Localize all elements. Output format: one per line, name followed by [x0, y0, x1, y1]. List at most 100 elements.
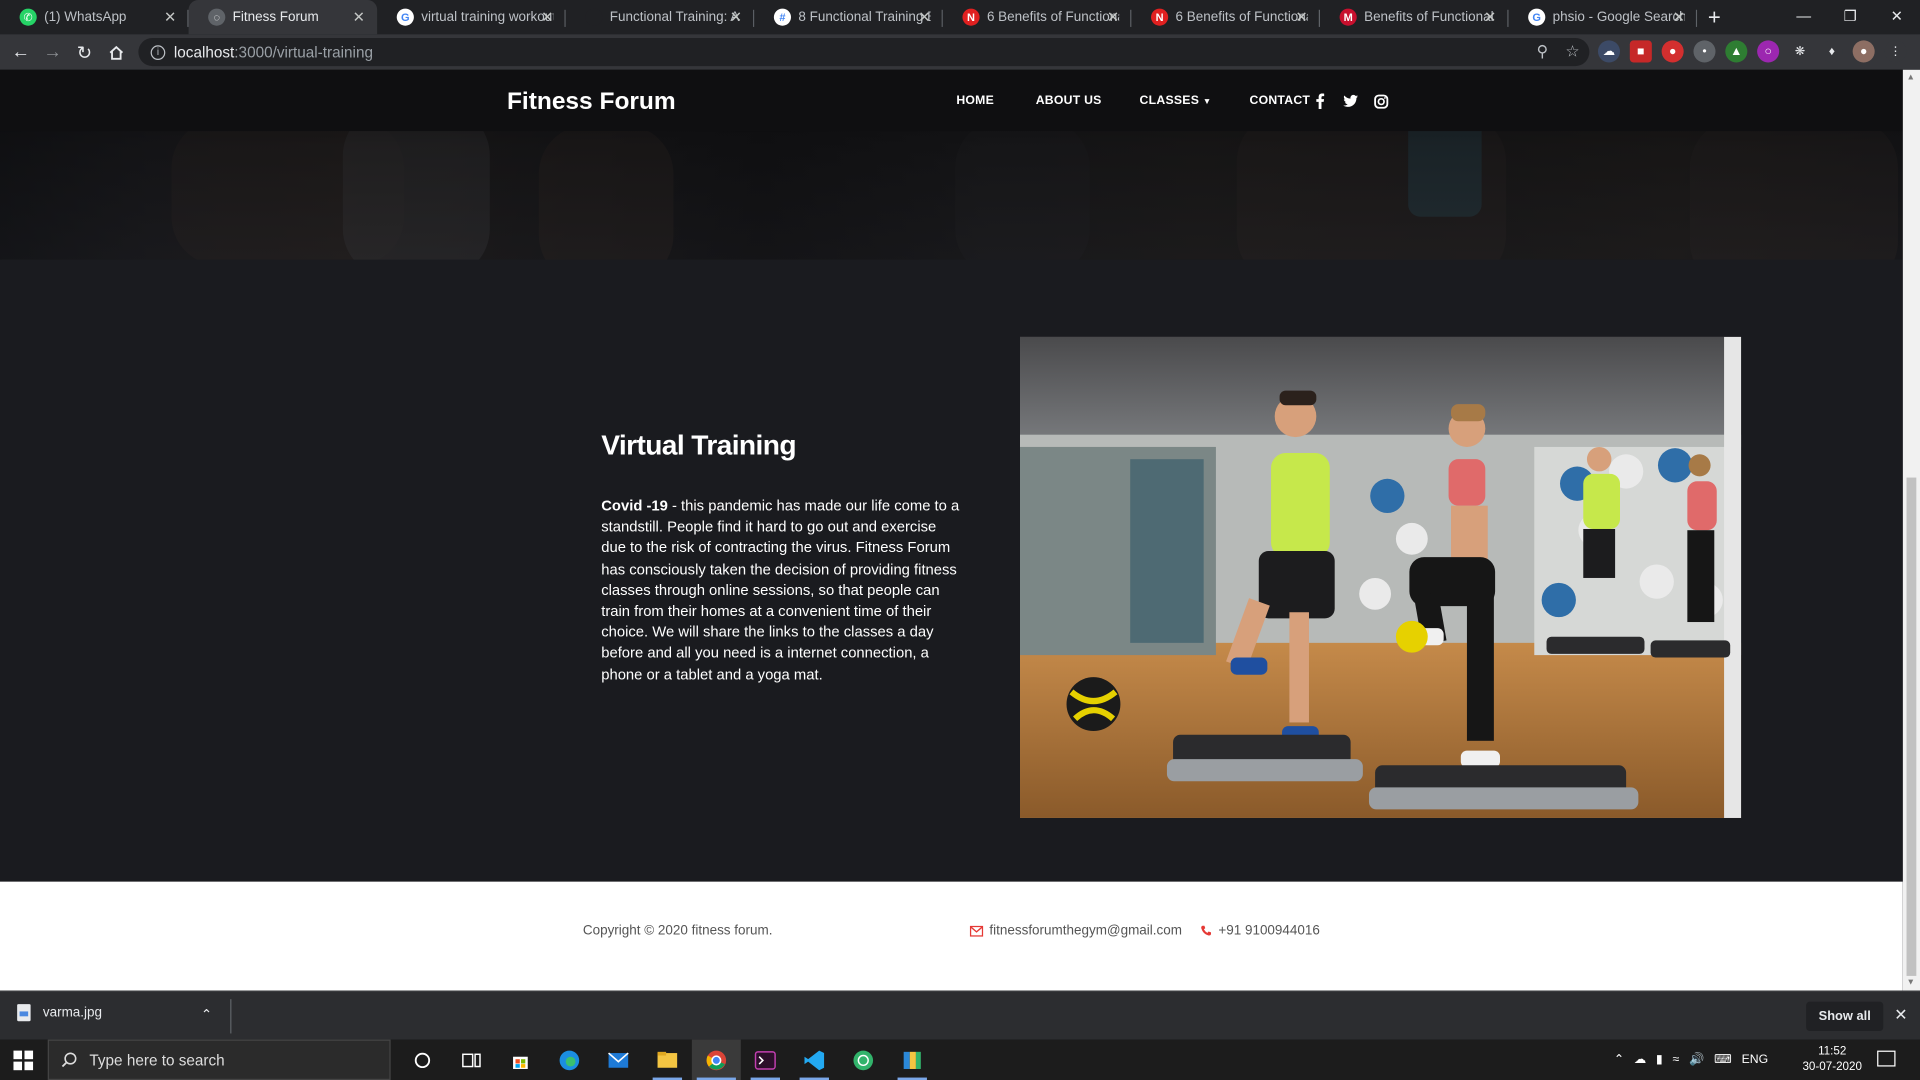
close-tab-icon[interactable]: ✕ [730, 9, 742, 26]
close-tab-icon[interactable]: ✕ [1484, 9, 1496, 26]
gym-class-photo [1020, 336, 1742, 818]
show-all-button[interactable]: Show all [1806, 1001, 1884, 1032]
browser-tab[interactable]: #8 Functional Training Be ✕ [754, 0, 943, 34]
caret-down-icon: ▼ [1202, 97, 1212, 107]
nav-classes[interactable]: CLASSES ▼ [1140, 94, 1212, 107]
tray-chevron-icon[interactable]: ⌃ [1614, 1053, 1624, 1066]
windows-start-icon[interactable] [13, 1050, 34, 1071]
forward-icon[interactable]: → [37, 36, 69, 68]
browser-tab[interactable]: N 6 Benefits of Functiona ✕ [943, 0, 1132, 34]
bookmark-star-icon[interactable]: ☆ [1565, 42, 1579, 62]
onedrive-icon[interactable]: ☁ [1634, 1053, 1646, 1066]
browser-tab[interactable]: Functional Training: A D ✕ [566, 0, 755, 34]
address-bar[interactable]: i localhost:3000/virtual-training ⚲ ☆ [138, 37, 1590, 67]
browser-tab[interactable]: ◌ Fitness Forum ✕ [188, 0, 378, 35]
browser-menu-icon[interactable]: ⋮ [1884, 40, 1907, 63]
close-tab-icon[interactable]: ✕ [353, 9, 365, 26]
tab-title: Fitness Forum [232, 9, 319, 25]
profile-avatar[interactable]: ● [1852, 40, 1875, 63]
nav-home[interactable]: HOME [956, 94, 994, 107]
scroll-up-icon[interactable]: ▲ [1907, 73, 1915, 82]
grey-extension-icon[interactable]: • [1693, 40, 1716, 63]
taskbar-clock[interactable]: 11:52 30-07-2020 [1802, 1043, 1862, 1075]
notification-center-icon[interactable] [1877, 1050, 1896, 1067]
volume-icon[interactable]: 🔊 [1689, 1053, 1704, 1066]
copyright-text: Copyright © 2020 fitness forum. [582, 923, 773, 938]
battery-icon[interactable]: ▮ [1656, 1053, 1663, 1066]
zoom-icon[interactable]: ⚲ [1537, 42, 1549, 62]
tree-extension-icon[interactable]: ▲ [1725, 40, 1748, 63]
reload-icon[interactable]: ↻ [69, 36, 101, 68]
wifi-icon[interactable]: ≈ [1673, 1053, 1680, 1066]
globe-app-icon[interactable] [839, 1040, 888, 1080]
edge-icon[interactable] [545, 1040, 594, 1080]
footer-email[interactable]: fitnessforumthegym@gmail.com [969, 923, 1182, 938]
tab-separator [1695, 9, 1698, 27]
task-view-icon[interactable] [447, 1040, 496, 1080]
taskbar-search-placeholder: Type here to search [89, 1051, 225, 1069]
tab-title: 6 Benefits of Functiona [986, 9, 1120, 25]
browser-tab-strip: ✆ (1) WhatsApp ✕ ◌ Fitness Forum ✕ Gvirtual tr… [0, 0, 1920, 35]
covid-lead: Covid -19 [601, 497, 668, 515]
twitter-icon[interactable] [1343, 93, 1358, 109]
close-tab-icon[interactable]: ✕ [1295, 9, 1307, 26]
purple-extension-icon[interactable]: ○ [1757, 40, 1780, 63]
browser-tab[interactable]: Gvirtual training workout ✕ [377, 0, 566, 34]
facebook-icon[interactable] [1313, 93, 1328, 109]
cortana-icon[interactable] [398, 1040, 447, 1080]
nav-about-us[interactable]: ABOUT US [1036, 94, 1102, 107]
tab-title: 8 Functional Training Be [798, 9, 931, 25]
taskbar-search[interactable]: Type here to search [47, 1039, 391, 1080]
cloud-extension-icon[interactable]: ☁ [1597, 40, 1621, 63]
phone-text[interactable]: +91 9100944016 [1218, 923, 1320, 938]
vscode-icon[interactable] [790, 1040, 839, 1080]
close-tab-icon[interactable]: ✕ [918, 9, 930, 26]
home-icon[interactable] [100, 36, 132, 68]
mail-app-icon[interactable] [594, 1040, 643, 1080]
instagram-icon[interactable] [1374, 93, 1389, 109]
section-body-text: - this pandemic has made our life come t… [601, 497, 960, 683]
close-tab-icon[interactable]: ✕ [1107, 9, 1119, 26]
restore-icon[interactable]: ❐ [1827, 0, 1874, 34]
tab-favicon-icon: # [773, 8, 792, 26]
red-extension-icon[interactable]: ● [1661, 40, 1684, 63]
back-icon[interactable]: ← [5, 36, 37, 68]
site-logo[interactable]: Fitness Forum [507, 88, 676, 116]
close-tab-icon[interactable]: ✕ [1673, 9, 1685, 26]
scroll-down-icon[interactable]: ▼ [1907, 978, 1915, 987]
footer-phone[interactable]: +91 9100944016 [1200, 923, 1320, 938]
react-extension-icon[interactable]: ❋ [1788, 40, 1812, 63]
file-explorer-icon[interactable] [643, 1040, 692, 1080]
email-text[interactable]: fitnessforumthegym@gmail.com [989, 923, 1182, 938]
site-info-icon[interactable]: i [150, 44, 166, 60]
terminal-icon[interactable] [741, 1040, 790, 1080]
language-indicator[interactable]: ENG [1742, 1053, 1769, 1066]
download-item[interactable]: varma.jpg [17, 1004, 102, 1022]
browser-tab[interactable]: ✆ (1) WhatsApp ✕ [0, 0, 189, 34]
sheets-app-icon[interactable] [888, 1040, 937, 1080]
page-scrollbar[interactable]: ▲ ▼ [1902, 69, 1920, 991]
shelf-divider [230, 999, 232, 1034]
close-tab-icon[interactable]: ✕ [541, 9, 553, 26]
scrollbar-thumb[interactable] [1906, 477, 1917, 976]
section-paragraph: Covid -19 - this pandemic has made our l… [601, 496, 962, 686]
browser-toolbar: ← → ↻ i localhost:3000/virtual-training … [0, 34, 1920, 70]
chrome-icon[interactable] [691, 1039, 741, 1080]
browser-tab[interactable]: M Benefits of Functional T ✕ [1320, 0, 1509, 34]
store-icon[interactable] [496, 1040, 545, 1080]
minimize-icon[interactable]: — [1780, 0, 1827, 34]
puzzle-extensions-icon[interactable]: ♦ [1820, 40, 1843, 63]
extensions-area: ☁ ■ ● • ▲ ○ ❋ ♦ ● ⋮ [1597, 40, 1907, 63]
pocket-extension-icon[interactable]: ■ [1629, 40, 1652, 63]
chevron-up-icon[interactable]: ⌃ [201, 1007, 212, 1023]
close-shelf-icon[interactable]: ✕ [1894, 1005, 1907, 1025]
tab-favicon-icon: G [396, 8, 414, 26]
nav-contact[interactable]: CONTACT [1249, 94, 1310, 107]
browser-tab[interactable]: Gphsio - Google Search ✕ [1509, 0, 1698, 34]
close-tab-icon[interactable]: ✕ [164, 9, 176, 26]
keyboard-icon[interactable]: ⌨ [1714, 1053, 1732, 1066]
tab-favicon-icon [585, 8, 603, 26]
new-tab-button[interactable]: + [1697, 0, 1731, 34]
browser-tab[interactable]: N 6 Benefits of Functiona ✕ [1131, 0, 1321, 34]
close-window-icon[interactable]: ✕ [1873, 0, 1920, 34]
